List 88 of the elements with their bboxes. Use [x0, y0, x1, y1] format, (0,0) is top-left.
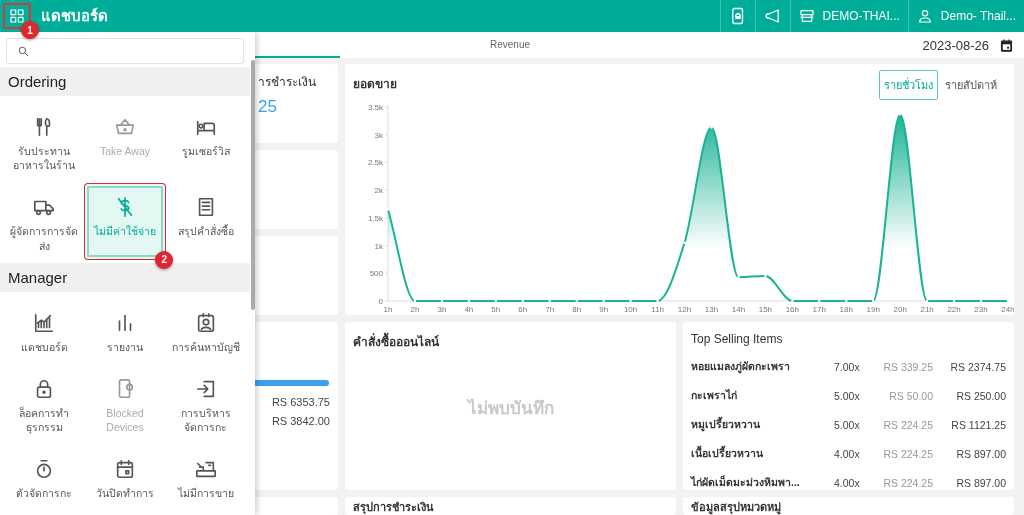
- table-cell: หมูเปรี้ยวหวาน: [691, 416, 834, 445]
- menu-item[interactable]: ล็อคการทำธุรกรรม: [4, 365, 85, 441]
- table-cell-text: RS 50.00: [888, 388, 934, 404]
- axis-label: 10h: [623, 305, 638, 314]
- menu-icon: [114, 458, 136, 481]
- axis-label: 18h: [839, 305, 853, 314]
- scrollbar[interactable]: [251, 60, 255, 310]
- axis-label: 1k: [374, 241, 383, 251]
- grid-icon[interactable]: [9, 8, 25, 24]
- card-value: 25: [258, 97, 277, 117]
- axis-label: 1h: [383, 305, 393, 314]
- table-cell: เนื้อเปรี้ยวหวาน: [691, 445, 834, 474]
- card-title: สรุปการชำระเงิน: [353, 500, 435, 515]
- table-cell-text: 5.00x: [834, 388, 861, 404]
- table-cell-text: 4.00x: [834, 446, 861, 462]
- table-cell: RS 1121.25: [933, 416, 1006, 445]
- axis-label: 15h: [758, 305, 773, 314]
- table-cell-text: RS 224.25: [882, 417, 934, 433]
- table-cell-text: 5.00x: [834, 417, 861, 433]
- axis-label: 3k: [374, 130, 383, 140]
- axis-label: 9h: [599, 305, 609, 314]
- section-header: Ordering: [0, 67, 250, 96]
- card-title: ข้อมูลสรุปหมวดหมู่: [691, 500, 782, 515]
- menu-item[interactable]: รายงาน: [84, 299, 166, 360]
- table-cell: กะเพราไก่: [691, 387, 834, 416]
- page-title: แดชบอร์ด: [41, 6, 109, 26]
- table-cell: RS 2374.75: [933, 358, 1006, 387]
- card-title: คำสั่งซื้อออนไลน์: [353, 332, 439, 351]
- amount: RS 3842.00: [271, 415, 330, 427]
- table-cell-text: RS 339.25: [882, 359, 934, 375]
- toggle-button[interactable]: รายสัปดาห์: [940, 70, 1002, 100]
- menu-item[interactable]: ผู้จัดการการจัดส่ง: [4, 184, 85, 259]
- search-field[interactable]: [6, 38, 244, 64]
- axis-label: 24h: [1001, 305, 1014, 314]
- axis-label: 17h: [812, 305, 826, 314]
- axis-label: 23h: [974, 305, 988, 314]
- menu-item[interactable]: รับประทานอาหารในร้าน: [4, 104, 85, 179]
- table-cell: หอยแมลงภู่ผัดกะเพรา: [691, 358, 834, 387]
- axis-label: 1.5k: [367, 213, 383, 223]
- axis-label: 19h: [866, 305, 880, 314]
- section-header: Manager: [0, 262, 250, 292]
- table-cell: RS 897.00: [933, 474, 1006, 490]
- table-cell-text: 7.00x: [834, 359, 861, 375]
- menu-item[interactable]: การค้นหาบัญชี: [165, 299, 246, 360]
- table-cell-text: 4.00x: [834, 475, 861, 490]
- table-cell: RS 250.00: [933, 387, 1006, 416]
- store-icon[interactable]: [798, 8, 815, 24]
- axis-label: 16h: [785, 305, 800, 314]
- table-cell: RS 897.00: [933, 445, 1006, 474]
- menu-item[interactable]: ตัวจัดการกะ: [4, 446, 85, 507]
- axis-label: 0: [378, 297, 383, 306]
- axis-label: 13h: [704, 305, 719, 314]
- axis-label: 6h: [518, 305, 528, 314]
- menu-icon: [33, 311, 56, 334]
- axis-label: 2k: [374, 186, 383, 196]
- axis-label: 22h: [947, 305, 961, 314]
- date-text: 2023-08-26: [922, 37, 989, 53]
- card-title: ยอดขาย: [353, 76, 397, 93]
- axis-label: 20h: [893, 305, 907, 314]
- amount: RS 6353.75: [271, 396, 330, 408]
- menu-item[interactable]: วันปิดทำการ: [84, 446, 166, 507]
- calendar-icon[interactable]: [999, 37, 1014, 53]
- table-cell: ไก่ผัดเม็ดมะม่วงหิมพา...: [691, 474, 834, 490]
- axis-label: 3.5k: [367, 103, 383, 112]
- axis-label: 2.5k: [367, 158, 383, 168]
- axis-label: 12h: [677, 305, 692, 314]
- axis-label: 14h: [731, 305, 746, 314]
- menu-item[interactable]: แดชบอร์ด: [4, 299, 85, 360]
- user-icon[interactable]: [916, 8, 933, 24]
- axis-label: 3h: [437, 305, 447, 314]
- menu-item[interactable]: ไม่มีการขาย: [165, 446, 246, 507]
- step-badge: 1: [21, 21, 39, 39]
- axis-label: 11h: [651, 305, 664, 314]
- axis-label: 4h: [464, 305, 474, 314]
- table-cell-text: RS 224.25: [882, 446, 934, 462]
- megaphone-icon[interactable]: [763, 7, 782, 25]
- axis-label: 5h: [491, 305, 501, 314]
- table-cell-text: RS 224.25: [882, 475, 934, 490]
- axis-label: 21h: [920, 305, 934, 314]
- menu-item[interactable]: การบริหารจัดการกะ: [165, 365, 246, 441]
- search-icon: [17, 44, 30, 58]
- card-title: ารชำระเงิน: [258, 74, 316, 91]
- card-title: Top Selling Items: [691, 332, 783, 346]
- axis-label: 8h: [572, 305, 582, 314]
- axis-label: 7h: [545, 305, 555, 314]
- menu-item[interactable]: รูมเซอร์วิส: [165, 104, 246, 179]
- axis-label: 500: [369, 269, 383, 279]
- axis-label: 2h: [410, 305, 420, 314]
